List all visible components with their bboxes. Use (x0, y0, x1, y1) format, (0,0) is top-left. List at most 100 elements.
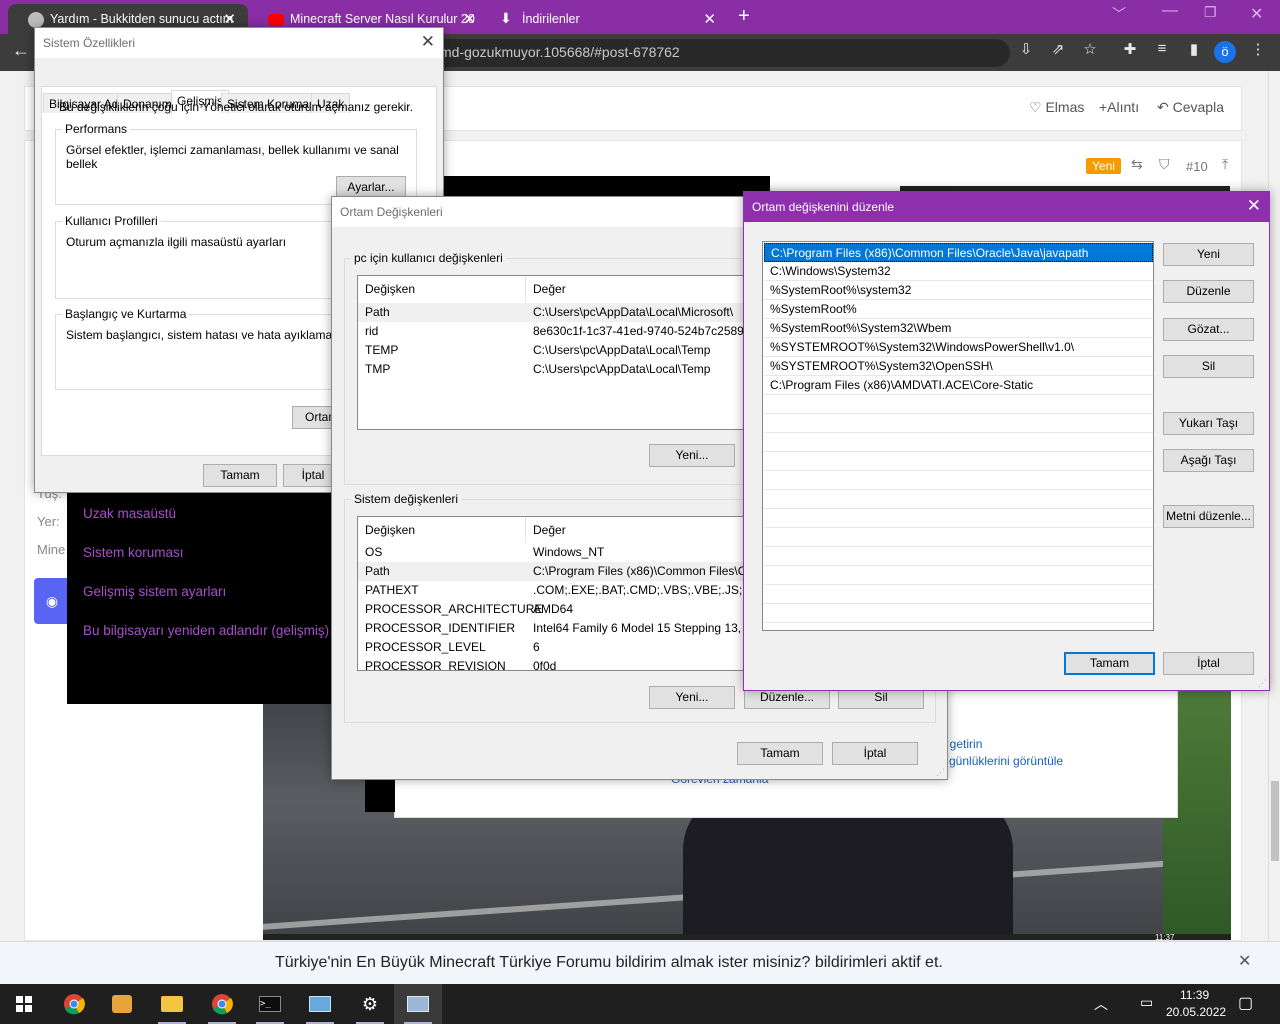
table-row[interactable]: PROCESSOR_IDENTIFIER Intel64 Family 6 Mod… (358, 619, 756, 638)
windows-start-icon[interactable] (0, 984, 48, 1024)
path-entry[interactable] (764, 395, 1153, 414)
system-new-button[interactable]: Yeni... (649, 686, 735, 709)
path-entry[interactable] (764, 433, 1153, 452)
system-protection-link[interactable]: Sistem koruması (83, 545, 184, 560)
path-entry[interactable] (764, 471, 1153, 490)
path-entry[interactable]: %SYSTEMROOT%\System32\WindowsPowerShell\… (764, 338, 1153, 357)
close-tab-icon[interactable]: ✕ (703, 10, 716, 28)
path-entry[interactable] (764, 566, 1153, 585)
chrome-icon[interactable] (50, 984, 98, 1024)
table-row[interactable]: TMP C:\Users\pc\AppData\Local\Temp (358, 360, 756, 379)
ok-button[interactable]: Tamam (737, 742, 823, 765)
profile-avatar[interactable]: ö (1214, 41, 1236, 63)
react-button[interactable]: ♡ Elmas (1029, 99, 1084, 116)
notification-action[interactable]: bildirimleri aktif et. (815, 954, 943, 971)
cancel-button[interactable]: İptal (1163, 652, 1254, 675)
quote-button[interactable]: +Alıntı (1099, 99, 1139, 115)
scrollbar-thumb[interactable] (1271, 781, 1279, 861)
edit-entry-button[interactable]: Düzenle (1163, 280, 1254, 303)
discord-icon[interactable]: ◉ (34, 578, 70, 624)
back-icon[interactable]: ← (12, 40, 30, 61)
minimize-icon[interactable]: — (1162, 2, 1178, 20)
path-entry[interactable]: C:\Windows\System32 (764, 262, 1153, 281)
path-entry[interactable] (764, 452, 1153, 471)
control-panel-icon[interactable] (296, 984, 344, 1024)
menu-icon[interactable]: ⋮ (1246, 40, 1270, 58)
new-entry-button[interactable]: Yeni (1163, 243, 1254, 266)
share-post-icon[interactable]: ⇆ (1131, 156, 1143, 173)
path-entry[interactable] (764, 547, 1153, 566)
path-entry[interactable]: C:\Program Files (x86)\Common Files\Orac… (764, 243, 1153, 262)
video-progress-bar[interactable] (263, 934, 1231, 940)
new-tab-button[interactable]: + (738, 5, 750, 28)
path-entry[interactable]: %SystemRoot%\system32 (764, 281, 1153, 300)
user-variables-list[interactable]: Değişken Değer Path C:\Users\pc\AppData\L… (357, 275, 757, 430)
table-row[interactable]: PROCESSOR_REVISION 0f0d (358, 657, 756, 670)
file-explorer-icon[interactable] (148, 984, 196, 1024)
tab-search-icon[interactable]: ﹀ (1112, 4, 1126, 24)
bookmark-icon[interactable]: ⛉ (1159, 156, 1170, 173)
settings-gear-icon[interactable]: ⚙ (346, 984, 394, 1024)
path-entry[interactable] (764, 528, 1153, 547)
system-variables-list[interactable]: Değişken Değer OS Windows_NT Path C:\Progr… (357, 516, 757, 671)
advanced-settings-link[interactable]: Gelişmiş sistem ayarları (83, 584, 226, 599)
path-entry[interactable] (764, 585, 1153, 604)
reply-button[interactable]: ↶ Cevapla (1157, 99, 1224, 116)
close-icon[interactable]: ✕ (1247, 196, 1261, 216)
path-entries-list[interactable]: C:\Program Files (x86)\Common Files\Orac… (762, 241, 1154, 631)
path-entry[interactable]: %SYSTEMROOT%\System32\OpenSSH\ (764, 357, 1153, 376)
path-entry[interactable]: %SystemRoot% (764, 300, 1153, 319)
share-icon[interactable]: ⇗ (1046, 40, 1070, 58)
close-window-icon[interactable]: ✕ (1250, 4, 1263, 24)
table-row[interactable]: PATHEXT .COM;.EXE;.BAT;.CMD;.VBS;.VBE;.JS… (358, 581, 756, 600)
path-entry[interactable] (764, 414, 1153, 433)
move-down-button[interactable]: Aşağı Taşı (1163, 449, 1254, 472)
side-panel-icon[interactable]: ▮ (1182, 40, 1206, 58)
network-icon[interactable]: ▭ (1140, 994, 1153, 1011)
ok-button[interactable]: Tamam (1064, 652, 1155, 675)
browse-button[interactable]: Gözat... (1163, 318, 1254, 341)
resize-grip-icon[interactable]: ⋰ (1258, 678, 1267, 689)
install-icon[interactable]: ⇩ (1014, 40, 1038, 58)
user-new-button[interactable]: Yeni... (649, 444, 735, 467)
table-row[interactable]: Path C:\Program Files (x86)\Common Files\… (358, 562, 756, 581)
extensions-icon[interactable]: ✚ (1118, 40, 1142, 58)
column-header-variable[interactable]: Değişken (358, 276, 526, 302)
bookmark-star-icon[interactable]: ☆ (1078, 40, 1102, 58)
column-header-value[interactable]: Değer (526, 276, 756, 302)
close-tab-icon[interactable]: ✕ (463, 10, 476, 28)
clock-time[interactable]: 11:39 (1180, 988, 1209, 1002)
delete-entry-button[interactable]: Sil (1163, 355, 1254, 378)
column-header-variable[interactable]: Değişken (358, 517, 526, 543)
path-entry[interactable] (764, 509, 1153, 528)
ok-button[interactable]: Tamam (203, 464, 277, 487)
clock-date[interactable]: 20.05.2022 (1166, 1005, 1226, 1019)
table-row[interactable]: OS Windows_NT (358, 543, 756, 562)
table-row[interactable]: Path C:\Users\pc\AppData\Local\Microsoft\ (358, 303, 756, 322)
path-entry[interactable] (764, 604, 1153, 623)
chrome-profile-icon[interactable] (198, 984, 246, 1024)
close-icon[interactable]: ✕ (1238, 951, 1251, 971)
path-entry[interactable]: C:\Program Files (x86)\AMD\ATI.ACE\Core-… (764, 376, 1153, 395)
action-center-icon[interactable]: ▢ (1238, 993, 1253, 1013)
edit-text-button[interactable]: Metni düzenle... (1163, 505, 1254, 528)
remote-desktop-link[interactable]: Uzak masaüstü (83, 506, 176, 521)
show-hidden-icons-icon[interactable]: ︿ (1094, 994, 1108, 1014)
background-link[interactable]: ay günlüklerini görüntüle (933, 754, 1063, 768)
restore-icon[interactable]: ❐ (1204, 4, 1217, 21)
media-control-icon[interactable]: ≡ (1150, 40, 1174, 57)
path-entry[interactable]: %SystemRoot%\System32\Wbem (764, 319, 1153, 338)
close-tab-icon[interactable]: ✕ (223, 10, 236, 28)
table-row[interactable]: TEMP C:\Users\pc\AppData\Local\Temp (358, 341, 756, 360)
media-player-icon[interactable] (98, 984, 146, 1024)
terminal-icon[interactable]: >_ (246, 984, 294, 1024)
table-row[interactable]: PROCESSOR_ARCHITECTURE AMD64 (358, 600, 756, 619)
table-row[interactable]: rid 8e630c1f-1c37-41ed-9740-524b7c2589d2 (358, 322, 756, 341)
notification-text[interactable]: Türkiye'nin En Büyük Minecraft Türkiye F… (275, 954, 943, 972)
resize-grip-icon[interactable]: ⋰ (936, 767, 945, 778)
cancel-button[interactable]: İptal (832, 742, 918, 765)
scroll-top-icon[interactable]: ⤒ (1222, 156, 1228, 173)
system-properties-taskbar-icon[interactable] (394, 984, 442, 1024)
path-entry[interactable] (764, 490, 1153, 509)
post-number-link[interactable]: #10 (1186, 159, 1208, 174)
